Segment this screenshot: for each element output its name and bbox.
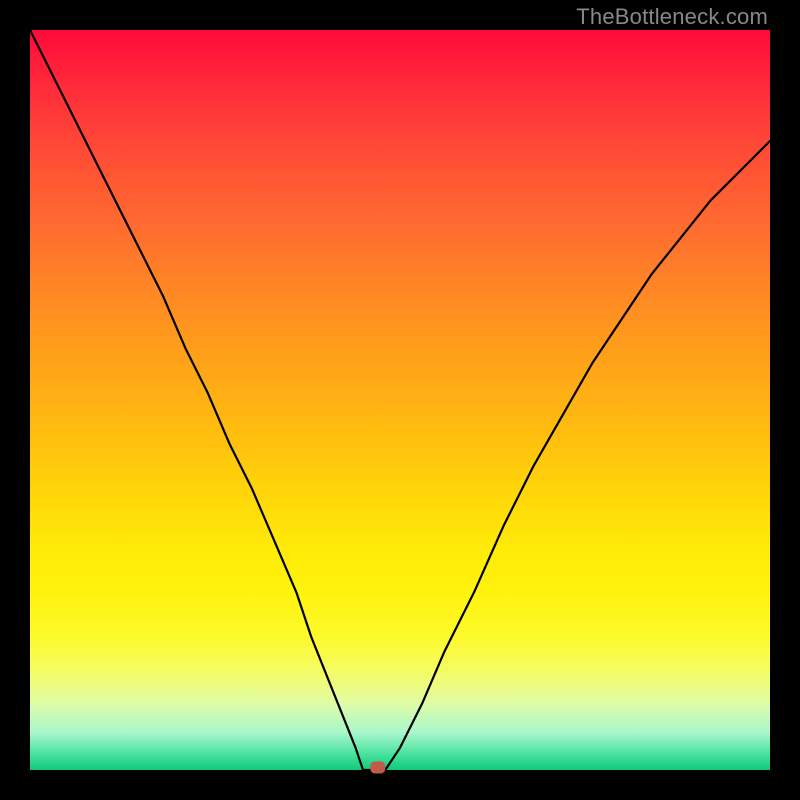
chart-container: TheBottleneck.com [0,0,800,800]
watermark-text: TheBottleneck.com [576,4,768,30]
plot-area [30,30,770,770]
bottleneck-curve [30,30,770,770]
curve-svg [30,30,770,770]
optimal-point-marker [371,762,385,773]
